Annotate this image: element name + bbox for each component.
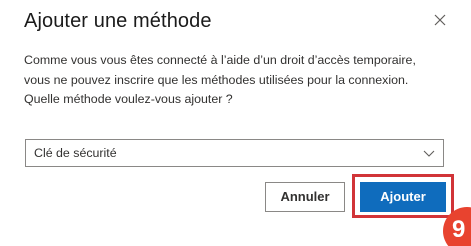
dialog-title: Ajouter une méthode — [24, 10, 212, 32]
add-button[interactable]: Ajouter — [360, 182, 446, 212]
method-select[interactable]: Clé de sécurité — [25, 139, 444, 167]
close-button[interactable] — [430, 10, 450, 30]
cancel-button[interactable]: Annuler — [265, 182, 345, 212]
add-method-dialog: Ajouter une méthode Comme vous vous êtes… — [0, 0, 471, 246]
close-icon — [430, 10, 450, 30]
dialog-description: Comme vous vous êtes connecté à l’aide d… — [24, 53, 416, 106]
method-select-value: Clé de sécurité — [34, 146, 117, 160]
chevron-down-icon — [423, 148, 435, 158]
